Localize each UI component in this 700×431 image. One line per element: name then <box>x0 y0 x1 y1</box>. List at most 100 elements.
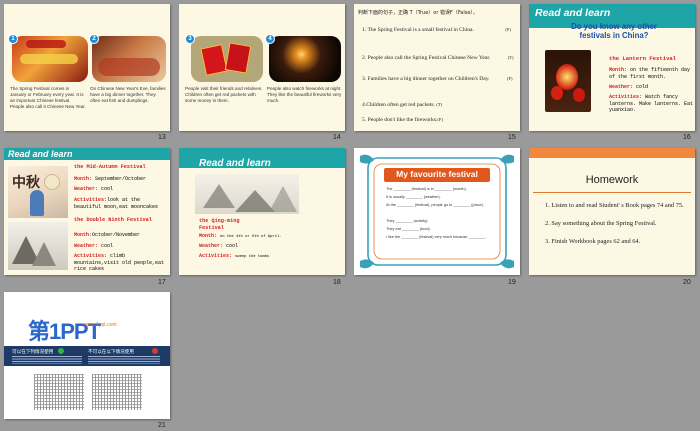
double-ninth-art <box>8 222 68 270</box>
question-5-text: 5. People don't like the fireworks. <box>362 117 438 123</box>
slide-thumbnail-13[interactable]: 1 2 The Spring Festival comes in January… <box>4 4 170 131</box>
mid-autumn-art: 中秋 <box>8 166 68 218</box>
month-label: Month: <box>74 232 93 238</box>
dragon-dance-photo <box>12 36 88 82</box>
number-badge-3: 3 <box>185 34 195 44</box>
question-4-text: 4.Children often get red packets. <box>362 102 436 108</box>
weather-label: Weather: <box>609 84 634 90</box>
question-2: 2. People also call the Spring Festival … <box>362 54 518 62</box>
family-dinner-photo <box>92 36 166 82</box>
weather-field: Weather: cool <box>199 243 238 250</box>
slide-thumbnail-15[interactable]: 判断下面的句子，正确 T（True）or 错误F（False）。 1. The … <box>354 4 520 131</box>
slide-number-16: 16 <box>683 134 691 141</box>
activities-field: Activities: sweep the tombs <box>199 253 269 261</box>
slide-number-18: 18 <box>333 279 341 286</box>
festival-name: the Lantern Festival <box>609 55 677 62</box>
month-value: October/November <box>92 232 141 238</box>
activities-label: Activities: <box>74 253 108 259</box>
answer-2: (T) <box>507 55 514 60</box>
slide-thumbnail-16[interactable]: Read and learn Do you know any other fes… <box>529 4 695 131</box>
paragraph-4: People also watch fireworks at night. Th… <box>267 86 342 103</box>
worksheet-line-6: I like the ________ (festival) very much… <box>386 235 487 239</box>
mid-autumn-calligraphy: 中秋 <box>12 175 40 191</box>
question-heading: Do you know any other festivals in China… <box>571 22 657 40</box>
activities-label: Activities: <box>609 94 643 100</box>
festival-1-name: the Mid-Autumn Festival <box>74 164 146 170</box>
number-badge-4: 4 <box>265 34 275 44</box>
month-value: September/October <box>95 176 147 182</box>
festival-1-weather: Weather: cool <box>74 186 113 193</box>
question-4: 4.Children often get red packets. (T) <box>362 101 518 109</box>
slide-number-14: 14 <box>333 134 341 141</box>
slide-heading: Read and learn <box>8 149 73 159</box>
homework-item-2: 2. Say something about the Spring Festiv… <box>545 220 657 227</box>
worksheet-line-4: They ________ (activity). <box>386 219 429 223</box>
answer-4: (T) <box>436 102 443 107</box>
answer-1: (F) <box>505 27 511 32</box>
answer-3: (F) <box>506 76 513 81</box>
homework-item-1: 1. Listen to and read Student' s Book pa… <box>545 202 684 209</box>
question-2-text: 2. People also call the Spring Festival … <box>362 55 491 61</box>
worksheet-line-3: At the ________ (festival), people go to… <box>386 203 484 207</box>
activities-label: Activities: <box>199 253 233 259</box>
homework-item-3: 3. Finish Workbook pages 62 and 64. <box>545 238 641 245</box>
weather-label: Weather: <box>199 243 224 249</box>
slide-thumbnail-20[interactable]: Homework 1. Listen to and read Student' … <box>529 148 695 275</box>
paragraph-1: The Spring Festival comes in January or … <box>10 86 86 109</box>
weather-value: cool <box>101 186 114 192</box>
festival-2-name: the Double Ninth Festival <box>74 217 152 223</box>
month-label: Month: <box>74 176 93 182</box>
festival-2-weather: Weather: cool <box>74 243 113 250</box>
slide-thumbnail-21[interactable]: 第1PPT www.1ppt.com 可以在下列情况使用 不可以在以下情况使用 <box>4 292 170 419</box>
slide-heading: Read and learn <box>535 7 611 19</box>
homework-divider <box>533 192 691 193</box>
activities-value: sweep the tombs <box>235 255 270 259</box>
paragraph-3: People visit their friends and relatives… <box>185 86 263 103</box>
slide-number-15: 15 <box>508 134 516 141</box>
month-label: Month: <box>199 233 218 239</box>
weather-value: cool <box>101 243 114 249</box>
landscape-painting <box>195 174 299 214</box>
number-badge-1: 1 <box>8 34 18 44</box>
homework-title: Homework <box>585 174 639 186</box>
fine-print-left <box>12 356 82 364</box>
weather-value: cold <box>636 84 649 90</box>
weather-value: cool <box>226 243 239 249</box>
qr-grid-2 <box>92 374 142 410</box>
month-field: Month: on the fifteenth day of the first… <box>609 67 693 80</box>
slide-number-17: 17 <box>158 279 166 286</box>
disallowed-use-title: 不可以在以下情况使用 <box>88 350 134 355</box>
worksheet-line-1: The ________ (festival) is in ________ (… <box>386 187 467 191</box>
slide-thumbnail-14[interactable]: 3 4 People visit their friends and relat… <box>179 4 345 131</box>
slide-thumbnail-19[interactable]: My favourite festival The ________ (fest… <box>354 148 520 275</box>
slide-number-13: 13 <box>158 134 166 141</box>
slide-thumbnail-17[interactable]: Read and learn 中秋 the Mid-Autumn Festiva… <box>4 148 170 275</box>
allowed-use-title: 可以在下列情况使用 <box>12 350 54 355</box>
festival-1-activities: Activities:look at the beautiful moon,ea… <box>74 197 166 210</box>
qr-grid <box>34 374 84 410</box>
red-packets-photo <box>191 36 263 82</box>
weather-label: Weather: <box>74 243 99 249</box>
activities-label: Activities: <box>74 197 108 203</box>
festival-2-activities: Activities: climb mountains,visit old pe… <box>74 253 166 273</box>
homework-top-band <box>529 148 695 158</box>
fireworks-photo <box>269 36 341 82</box>
worksheet-line-5: They eat ________ (food). <box>386 227 431 231</box>
weather-field: Weather: cold <box>609 84 693 91</box>
activities-field: Activities: Watch fancy lanterns. Make l… <box>609 94 693 114</box>
slide-heading: Read and learn <box>199 158 271 169</box>
slide-thumbnail-18[interactable]: Read and learn the Qing-ming Festival Mo… <box>179 148 345 275</box>
slide-number-20: 20 <box>683 279 691 286</box>
slide-number-21: 21 <box>158 422 166 429</box>
check-icon <box>58 348 64 354</box>
logo-text: 第1PPT <box>28 319 101 344</box>
question-5: 5. People don't like the fireworks.(F) <box>362 116 518 124</box>
question-1-text: 1. The Spring Festival is a small festiv… <box>362 27 474 33</box>
cross-icon <box>152 348 158 354</box>
paragraph-2: On Chinese New Year's Eve, families have… <box>90 86 166 103</box>
festival-2-month: Month:October/November <box>74 232 140 239</box>
weather-label: Weather: <box>74 186 99 192</box>
slide-number-19: 19 <box>508 279 516 286</box>
question-3-text: 3. Families have a big dinner together o… <box>362 76 490 82</box>
number-badge-2: 2 <box>89 34 99 44</box>
